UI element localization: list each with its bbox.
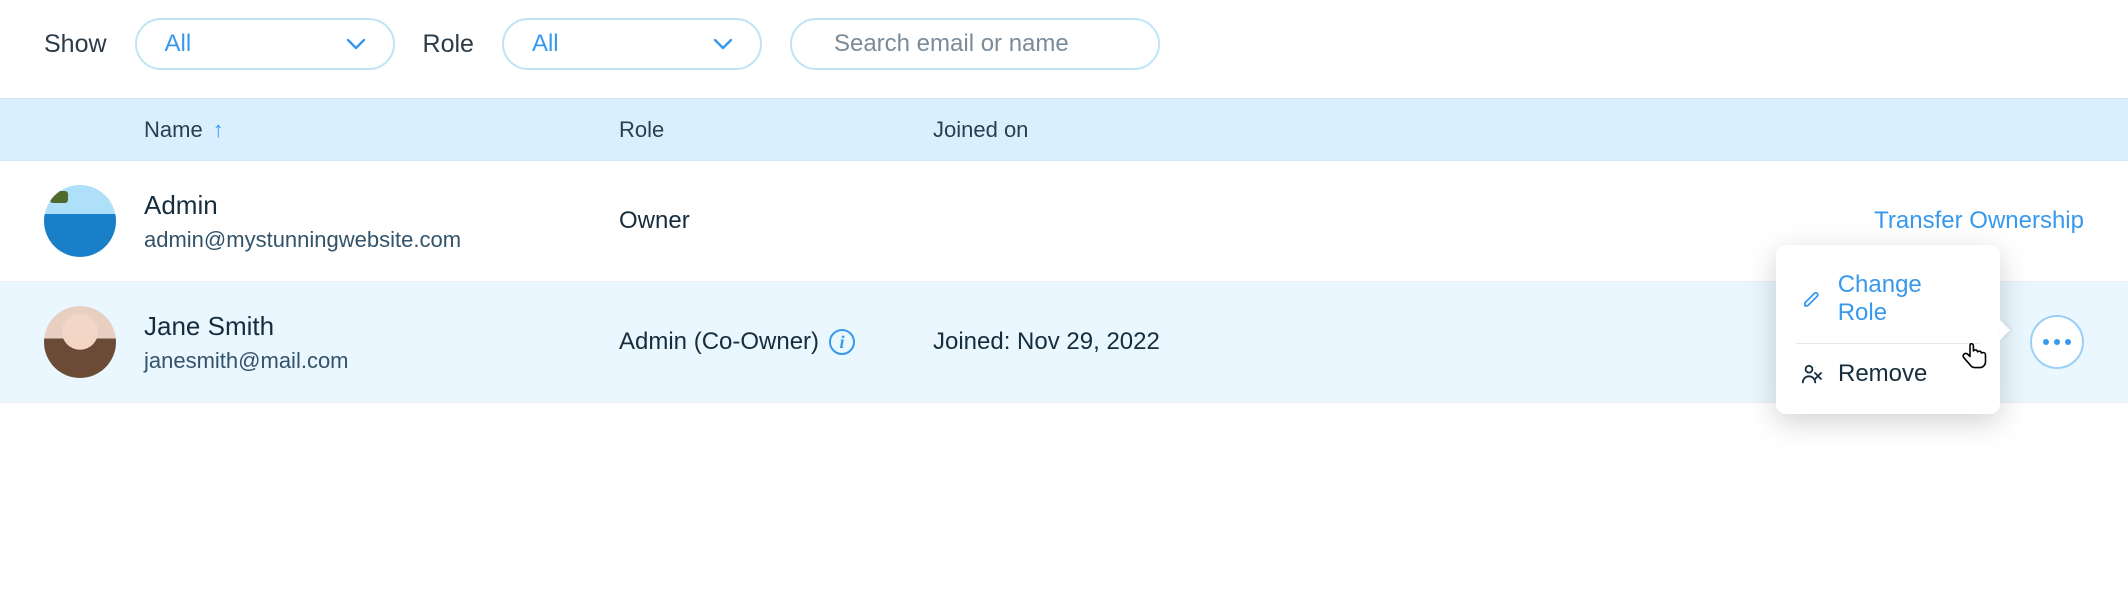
show-select[interactable]: All	[135, 18, 395, 70]
sort-ascending-icon: ↑	[213, 119, 224, 141]
show-select-value: All	[165, 30, 192, 58]
remove-menu-item[interactable]: Remove	[1776, 348, 2000, 400]
info-icon[interactable]: i	[829, 329, 855, 355]
user-name: Admin	[144, 190, 619, 221]
role-select-value: All	[532, 30, 559, 58]
user-email: janesmith@mail.com	[144, 348, 619, 374]
search-input[interactable]	[832, 29, 1146, 59]
user-role: Owner	[619, 207, 690, 235]
column-header-name-label: Name	[144, 117, 203, 143]
user-email: admin@mystunningwebsite.com	[144, 227, 619, 253]
row-actions-popover: Change Role Remove	[1776, 245, 2000, 414]
column-header-role-label: Role	[619, 117, 664, 143]
change-role-menu-item[interactable]: Change Role	[1776, 259, 2000, 339]
pencil-icon	[1800, 289, 1824, 309]
remove-label: Remove	[1838, 360, 1927, 388]
chevron-down-icon	[714, 39, 732, 50]
avatar	[44, 306, 116, 378]
role-select[interactable]: All	[502, 18, 762, 70]
column-header-joined[interactable]: Joined on	[933, 117, 2084, 143]
row-more-button[interactable]	[2030, 315, 2084, 369]
menu-divider	[1796, 343, 1980, 344]
transfer-ownership-link[interactable]: Transfer Ownership	[1874, 207, 2084, 235]
chevron-down-icon	[347, 39, 365, 50]
role-label: Role	[423, 30, 474, 59]
user-role: Admin (Co-Owner)	[619, 328, 819, 356]
filter-bar: Show All Role All	[0, 0, 2128, 98]
remove-user-icon	[1800, 363, 1824, 385]
avatar	[44, 185, 116, 257]
column-header-role[interactable]: Role	[619, 117, 933, 143]
show-label: Show	[44, 30, 107, 59]
search-field[interactable]	[790, 18, 1160, 70]
user-joined: Joined: Nov 29, 2022	[933, 328, 1160, 355]
change-role-label: Change Role	[1838, 271, 1976, 327]
more-icon	[2043, 339, 2071, 345]
column-header-name[interactable]: Name ↑	[144, 117, 619, 143]
table-header: Name ↑ Role Joined on	[0, 98, 2128, 161]
user-name: Jane Smith	[144, 311, 619, 342]
table-row: Jane Smith janesmith@mail.com Admin (Co-…	[0, 282, 2128, 403]
column-header-joined-label: Joined on	[933, 117, 1028, 143]
